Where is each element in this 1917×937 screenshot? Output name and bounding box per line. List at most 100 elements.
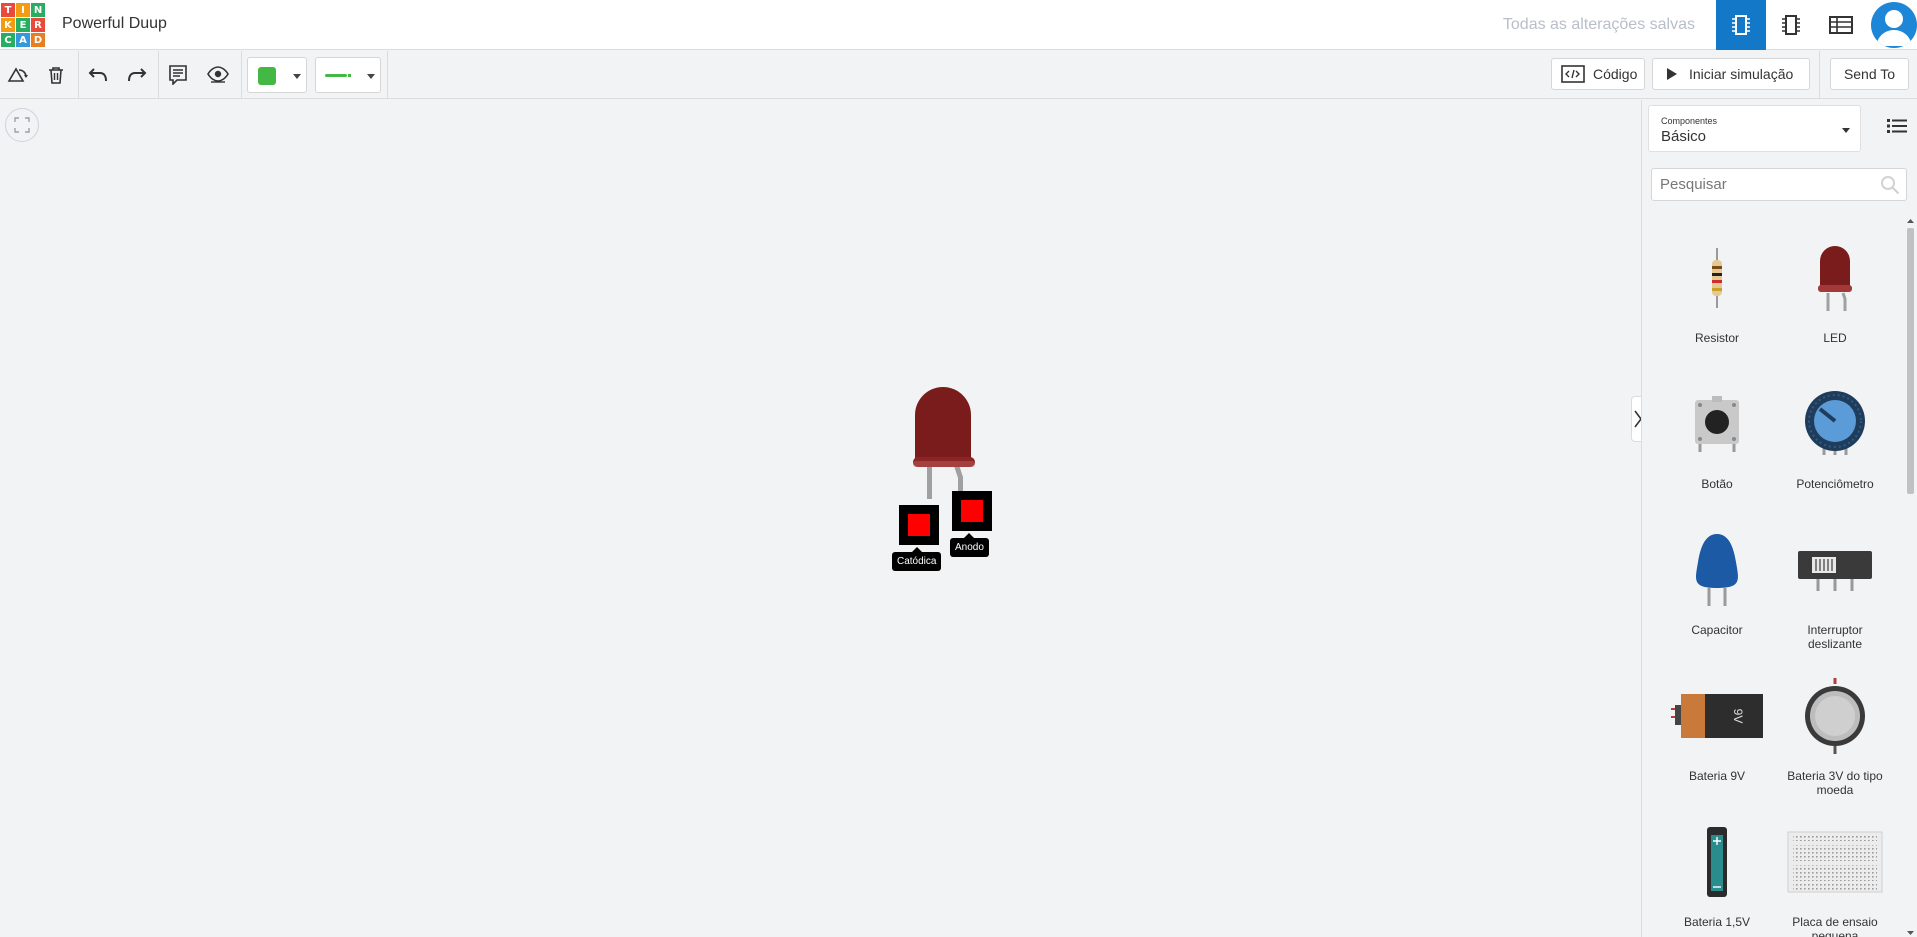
terminal-marker xyxy=(961,500,983,522)
start-simulation-button[interactable]: Iniciar simulação xyxy=(1652,58,1810,90)
coin-battery-icon xyxy=(1780,668,1890,763)
redo-button[interactable] xyxy=(121,59,153,91)
top-header: T I N K E R C A D Powerful Duup Todas as… xyxy=(0,0,1917,50)
scrollbar-thumb[interactable] xyxy=(1907,228,1914,494)
circuit-view-icon xyxy=(1732,15,1750,35)
led-body xyxy=(915,387,971,463)
component-label: Interruptor deslizante xyxy=(1807,623,1863,651)
scroll-up-icon xyxy=(1907,219,1914,223)
logo-letter: R xyxy=(31,18,45,32)
component-tile-slide-switch[interactable]: Interruptor deslizante xyxy=(1780,522,1890,662)
undo-icon xyxy=(88,68,107,82)
scroll-down-icon xyxy=(1907,931,1914,935)
battery-9v-icon: 9V xyxy=(1662,668,1772,763)
component-tile-resistor[interactable]: Resistor xyxy=(1662,230,1772,370)
component-label: Placa de ensaio pequena xyxy=(1792,915,1878,937)
component-label: LED xyxy=(1823,331,1847,345)
rotate-button[interactable] xyxy=(2,59,34,91)
project-title[interactable]: Powerful Duup xyxy=(62,15,167,33)
tinkercad-circuits-editor: T I N K E R C A D Powerful Duup Todas as… xyxy=(0,0,1917,937)
logo-letter: I xyxy=(16,3,30,17)
component-tile-breadboard[interactable]: Placa de ensaio pequena xyxy=(1780,814,1890,937)
user-icon xyxy=(1876,10,1912,46)
component-search[interactable] xyxy=(1651,168,1907,201)
dropdown-value: Básico xyxy=(1661,128,1707,145)
eye-icon xyxy=(207,66,229,83)
dropdown-caption: Componentes xyxy=(1661,116,1718,126)
list-view-button[interactable] xyxy=(1887,118,1907,136)
schematic-view-icon xyxy=(1782,15,1800,35)
component-tile-battery-aa[interactable]: Bateria 1,5V xyxy=(1662,814,1772,937)
logo-letter: E xyxy=(16,18,30,32)
logo-letter: T xyxy=(1,3,15,17)
breadboard-icon xyxy=(1780,814,1890,909)
logo-letter: D xyxy=(31,33,45,47)
visibility-button[interactable] xyxy=(202,59,234,91)
component-tile-potentiometer[interactable]: Potenciômetro xyxy=(1780,376,1890,516)
notes-button[interactable] xyxy=(162,59,194,91)
component-tile-capacitor[interactable]: Capacitor xyxy=(1662,522,1772,662)
schematic-view-button[interactable] xyxy=(1766,0,1816,50)
components-dropdown[interactable]: Componentes Básico xyxy=(1648,105,1861,152)
component-tile-battery-9v[interactable]: 9V Bateria 9V xyxy=(1662,668,1772,808)
component-tile-led[interactable]: LED xyxy=(1780,230,1890,370)
battery-aa-icon xyxy=(1662,814,1772,909)
toolbar-divider xyxy=(241,51,242,99)
user-avatar[interactable] xyxy=(1871,2,1917,48)
led-cathode-terminal[interactable] xyxy=(899,505,939,545)
anode-tooltip: Anodo xyxy=(950,533,989,557)
component-label: Bateria 3V do tipo moeda xyxy=(1787,769,1883,797)
undo-button[interactable] xyxy=(82,59,114,91)
editor-toolbar: Código Iniciar simulação Send To xyxy=(0,51,1917,99)
panel-scrollbar[interactable] xyxy=(1904,218,1916,937)
code-icon xyxy=(1561,65,1585,83)
note-icon xyxy=(169,65,187,85)
logo-letter: K xyxy=(1,18,15,32)
save-status: Todas as alterações salvas xyxy=(1502,16,1695,33)
send-to-button[interactable]: Send To xyxy=(1830,58,1909,90)
component-label: Botão xyxy=(1701,477,1733,491)
chevron-down-icon xyxy=(1842,128,1850,133)
zoom-to-fit-button[interactable] xyxy=(5,108,39,142)
led-anode-terminal[interactable] xyxy=(952,491,992,531)
list-icon xyxy=(1887,119,1907,133)
search-input[interactable] xyxy=(1652,169,1872,200)
component-tile-coin-battery[interactable]: Bateria 3V do tipo moeda xyxy=(1780,668,1890,808)
delete-button[interactable] xyxy=(40,59,72,91)
code-button[interactable]: Código xyxy=(1551,58,1645,90)
led-cathode-leg xyxy=(927,465,932,499)
component-tile-button[interactable]: Botão xyxy=(1662,376,1772,516)
component-list-view-button[interactable] xyxy=(1816,0,1866,50)
logo-letter: C xyxy=(1,33,15,47)
fit-view-icon xyxy=(14,117,30,133)
start-simulation-label: Iniciar simulação xyxy=(1689,66,1794,82)
search-icon xyxy=(1881,176,1900,195)
redo-icon xyxy=(128,68,147,82)
toolbar-divider xyxy=(78,51,79,99)
component-label: Bateria 1,5V xyxy=(1683,915,1751,929)
logo-letter: N xyxy=(31,3,45,17)
potentiometer-icon xyxy=(1780,376,1890,471)
circuit-view-button[interactable] xyxy=(1716,0,1766,50)
toolbar-divider xyxy=(1819,51,1820,99)
pushbutton-icon xyxy=(1662,376,1772,471)
chevron-down-icon xyxy=(367,74,375,79)
component-label: Capacitor xyxy=(1691,623,1743,637)
chevron-down-icon xyxy=(293,74,301,79)
toolbar-divider xyxy=(158,51,159,99)
wire-icon xyxy=(325,74,347,77)
color-picker[interactable] xyxy=(247,57,307,93)
toolbar-divider xyxy=(387,51,388,99)
battery-9v-text: 9V xyxy=(1731,708,1745,723)
code-button-label: Código xyxy=(1593,66,1638,82)
tinkercad-logo[interactable]: T I N K E R C A D xyxy=(0,2,45,48)
components-panel: Componentes Básico Resistor LED xyxy=(1641,100,1917,937)
led-component[interactable] xyxy=(905,385,985,505)
color-swatch xyxy=(258,67,276,85)
slide-switch-icon xyxy=(1780,522,1890,617)
workplane-canvas[interactable]: Catódica Anodo xyxy=(0,100,1640,937)
play-icon xyxy=(1667,68,1677,80)
send-to-label: Send To xyxy=(1843,66,1896,82)
capacitor-icon xyxy=(1662,522,1772,617)
wire-type-picker[interactable] xyxy=(315,57,381,93)
